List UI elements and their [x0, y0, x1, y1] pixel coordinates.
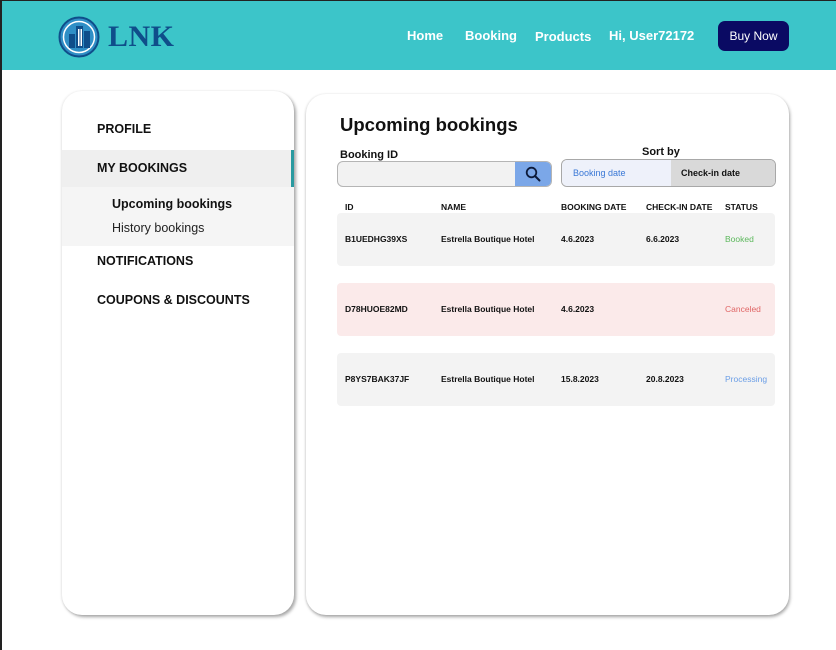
submenu-item-upcoming[interactable]: Upcoming bookings: [112, 197, 232, 211]
booking-id-cell: B1UEDHG39XS: [345, 234, 408, 244]
checkin-date-cell: 20.8.2023: [646, 374, 684, 384]
building-logo-icon: [58, 16, 100, 58]
logo-text: LNK: [108, 20, 175, 53]
bookings-submenu: Upcoming bookings History bookings: [62, 187, 294, 246]
sort-by-label: Sort by: [642, 146, 680, 158]
status-badge: Processing: [725, 374, 768, 384]
hotel-name-cell: Estrella Boutique Hotel: [441, 304, 535, 314]
booking-id-search: [337, 161, 552, 187]
column-header-name: NAME: [441, 202, 467, 212]
sort-toggle: Booking date Check-in date: [561, 159, 776, 187]
sidebar-item-profile[interactable]: PROFILE: [62, 122, 294, 136]
column-header-checkin-date: CHECK-IN DATE: [646, 202, 713, 212]
booking-id-label: Booking ID: [340, 149, 399, 161]
search-icon: [525, 166, 541, 182]
sort-option-booking-date[interactable]: Booking date: [562, 160, 671, 186]
booking-id-cell: D78HUOE82MD: [345, 304, 408, 314]
submenu-item-history[interactable]: History bookings: [112, 221, 204, 235]
booking-date-cell: 4.6.2023: [561, 234, 595, 244]
booking-id-cell: P8YS7BAK37JF: [345, 374, 410, 384]
user-greeting[interactable]: Hi, User72172: [609, 28, 694, 43]
status-badge: Canceled: [725, 304, 761, 314]
sidebar-item-notifications[interactable]: NOTIFICATIONS: [62, 254, 294, 268]
buy-now-button[interactable]: Buy Now: [718, 21, 789, 51]
table-row[interactable]: B1UEDHG39XS Estrella Boutique Hotel 4.6.…: [337, 213, 775, 266]
page-title: Upcoming bookings: [340, 114, 518, 135]
table-row[interactable]: P8YS7BAK37JF Estrella Boutique Hotel 15.…: [337, 353, 775, 406]
column-header-id: ID: [345, 202, 354, 212]
checkin-date-cell: 6.6.2023: [646, 234, 680, 244]
hotel-name-cell: Estrella Boutique Hotel: [441, 234, 535, 244]
status-badge: Booked: [725, 234, 754, 244]
column-header-booking-date: BOOKING DATE: [561, 202, 627, 212]
table-row[interactable]: D78HUOE82MD Estrella Boutique Hotel 4.6.…: [337, 283, 775, 336]
booking-id-input[interactable]: [338, 162, 516, 186]
bookings-panel: Upcoming bookings Booking ID Sort by Boo…: [306, 94, 789, 615]
booking-date-cell: 15.8.2023: [561, 374, 599, 384]
nav-products-link[interactable]: Products: [535, 29, 591, 44]
booking-date-cell: 4.6.2023: [561, 304, 595, 314]
top-header: LNK Home Booking Products Hi, User72172 …: [0, 0, 836, 70]
sidebar-item-coupons[interactable]: COUPONS & DISCOUNTS: [62, 293, 294, 307]
hotel-name-cell: Estrella Boutique Hotel: [441, 374, 535, 384]
sidebar-item-my-bookings[interactable]: MY BOOKINGS: [62, 150, 294, 187]
sort-option-checkin-date[interactable]: Check-in date: [671, 160, 775, 186]
logo[interactable]: LNK: [58, 16, 175, 58]
account-sidebar: PROFILE MY BOOKINGS Upcoming bookings Hi…: [62, 91, 294, 615]
nav-home-link[interactable]: Home: [407, 28, 443, 43]
search-button[interactable]: [515, 162, 551, 186]
nav-booking-link[interactable]: Booking: [465, 28, 517, 43]
column-header-status: STATUS: [725, 202, 758, 212]
